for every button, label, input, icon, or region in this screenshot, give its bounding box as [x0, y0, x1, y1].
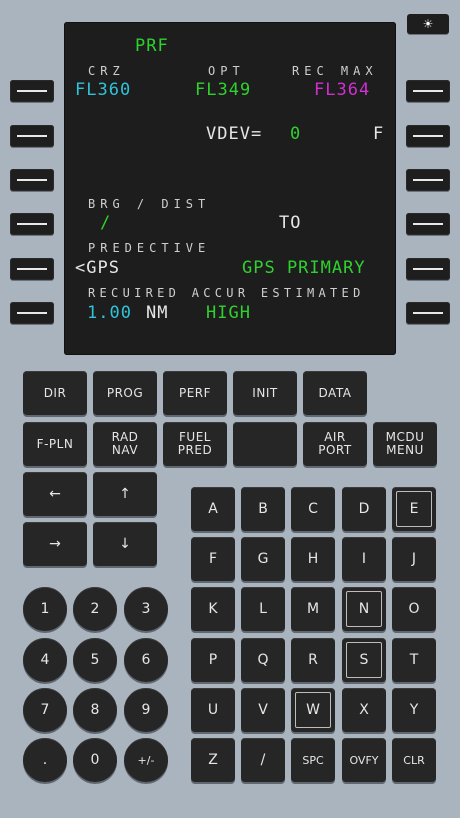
letter-c-key[interactable]: C	[291, 487, 335, 531]
letter-w-key[interactable]: W	[291, 688, 335, 732]
lsk-1r[interactable]	[406, 80, 450, 102]
arrow-left-key[interactable]: ←	[23, 472, 87, 516]
lsk-1l[interactable]	[10, 80, 54, 102]
letter-d-key[interactable]: D	[342, 487, 386, 531]
vdev-value: 0	[290, 124, 302, 144]
letter-m-key[interactable]: M	[291, 587, 335, 631]
letter-o-key[interactable]: O	[392, 587, 436, 631]
rad-nav-key[interactable]: RAD NAV	[93, 422, 157, 466]
accur-label: RECUIRED ACCUR ESTIMATED	[88, 286, 365, 300]
bright-key[interactable]: ☀	[407, 14, 449, 34]
letter-a-key[interactable]: A	[191, 487, 235, 531]
letter-l-key[interactable]: L	[241, 587, 285, 631]
lsk-4l[interactable]	[10, 213, 54, 235]
letter-s-key[interactable]: S	[342, 638, 386, 682]
airport-key[interactable]: AIR PORT	[303, 422, 367, 466]
data-key[interactable]: DATA	[303, 371, 367, 415]
letter-f-key[interactable]: F	[191, 537, 235, 581]
letter-e-key[interactable]: E	[392, 487, 436, 531]
page-title: PRF	[135, 36, 169, 56]
arrow-right-key[interactable]: →	[23, 522, 87, 566]
letter-r-key[interactable]: R	[291, 638, 335, 682]
blank-key[interactable]	[233, 422, 297, 466]
dir-key[interactable]: DIR	[23, 371, 87, 415]
slash-key[interactable]: /	[241, 738, 285, 782]
lsk-4r[interactable]	[406, 213, 450, 235]
decimal-key[interactable]: .	[23, 738, 67, 782]
opt-value: FL349	[195, 80, 252, 100]
num-9-key[interactable]: 9	[124, 688, 168, 732]
lsk-6l[interactable]	[10, 302, 54, 324]
letter-v-key[interactable]: V	[241, 688, 285, 732]
arrow-up-icon: ↑	[119, 486, 131, 502]
letter-i-key[interactable]: I	[342, 537, 386, 581]
recmax-value: FL364	[314, 80, 371, 100]
required-unit: NM	[146, 303, 169, 323]
letter-b-key[interactable]: B	[241, 487, 285, 531]
lsk-2l[interactable]	[10, 125, 54, 147]
arrow-up-key[interactable]: ↑	[93, 472, 157, 516]
gps-left: <GPS	[75, 258, 120, 278]
num-0-key[interactable]: 0	[73, 738, 117, 782]
letter-t-key[interactable]: T	[392, 638, 436, 682]
letter-n-key[interactable]: N	[342, 587, 386, 631]
letter-k-key[interactable]: K	[191, 587, 235, 631]
fpln-key[interactable]: F-PLN	[23, 422, 87, 466]
gps-primary: GPS PRIMARY	[242, 258, 366, 278]
prog-key[interactable]: PROG	[93, 371, 157, 415]
arrow-down-key[interactable]: ↓	[93, 522, 157, 566]
vdev-unit: F	[373, 124, 385, 144]
clear-key[interactable]: CLR	[392, 738, 436, 782]
letter-z-key[interactable]: Z	[191, 738, 235, 782]
overfly-key[interactable]: OVFY	[342, 738, 386, 782]
arrow-left-icon: ←	[49, 486, 61, 502]
crz-value: FL360	[75, 80, 132, 100]
lsk-6r[interactable]	[406, 302, 450, 324]
crz-label: CRZ	[88, 64, 125, 78]
init-key[interactable]: INIT	[233, 371, 297, 415]
estimated-value: HIGH	[206, 303, 251, 323]
letter-y-key[interactable]: Y	[392, 688, 436, 732]
lsk-3l[interactable]	[10, 169, 54, 191]
to-label: TO	[279, 213, 302, 233]
arrow-down-icon: ↓	[119, 536, 131, 552]
num-3-key[interactable]: 3	[124, 587, 168, 631]
num-1-key[interactable]: 1	[23, 587, 67, 631]
num-8-key[interactable]: 8	[73, 688, 117, 732]
letter-j-key[interactable]: J	[392, 537, 436, 581]
vdev-label: VDEV=	[206, 124, 263, 144]
brgdist-value: /	[100, 213, 112, 233]
perf-key[interactable]: PERF	[163, 371, 227, 415]
fuel-pred-key[interactable]: FUEL PRED	[163, 422, 227, 466]
num-4-key[interactable]: 4	[23, 638, 67, 682]
num-5-key[interactable]: 5	[73, 638, 117, 682]
arrow-right-icon: →	[49, 536, 61, 552]
plus-minus-key[interactable]: +/-	[124, 738, 168, 782]
num-7-key[interactable]: 7	[23, 688, 67, 732]
letter-g-key[interactable]: G	[241, 537, 285, 581]
mcdu-menu-key[interactable]: MCDU MENU	[373, 422, 437, 466]
letter-u-key[interactable]: U	[191, 688, 235, 732]
lsk-3r[interactable]	[406, 169, 450, 191]
required-value: 1.00	[87, 303, 132, 323]
mcdu-screen: PRF CRZ OPT REC MAX FL360 FL349 FL364 VD…	[64, 22, 396, 355]
letter-q-key[interactable]: Q	[241, 638, 285, 682]
num-6-key[interactable]: 6	[124, 638, 168, 682]
space-key[interactable]: SPC	[291, 738, 335, 782]
recmax-label: REC MAX	[292, 64, 378, 78]
letter-x-key[interactable]: X	[342, 688, 386, 732]
lsk-5r[interactable]	[406, 258, 450, 280]
brgdist-label: BRG / DIST	[88, 197, 211, 211]
opt-label: OPT	[208, 64, 245, 78]
lsk-5l[interactable]	[10, 258, 54, 280]
letter-h-key[interactable]: H	[291, 537, 335, 581]
predictive-label: PREDECTIVE	[88, 241, 211, 255]
num-2-key[interactable]: 2	[73, 587, 117, 631]
letter-p-key[interactable]: P	[191, 638, 235, 682]
lsk-2r[interactable]	[406, 125, 450, 147]
